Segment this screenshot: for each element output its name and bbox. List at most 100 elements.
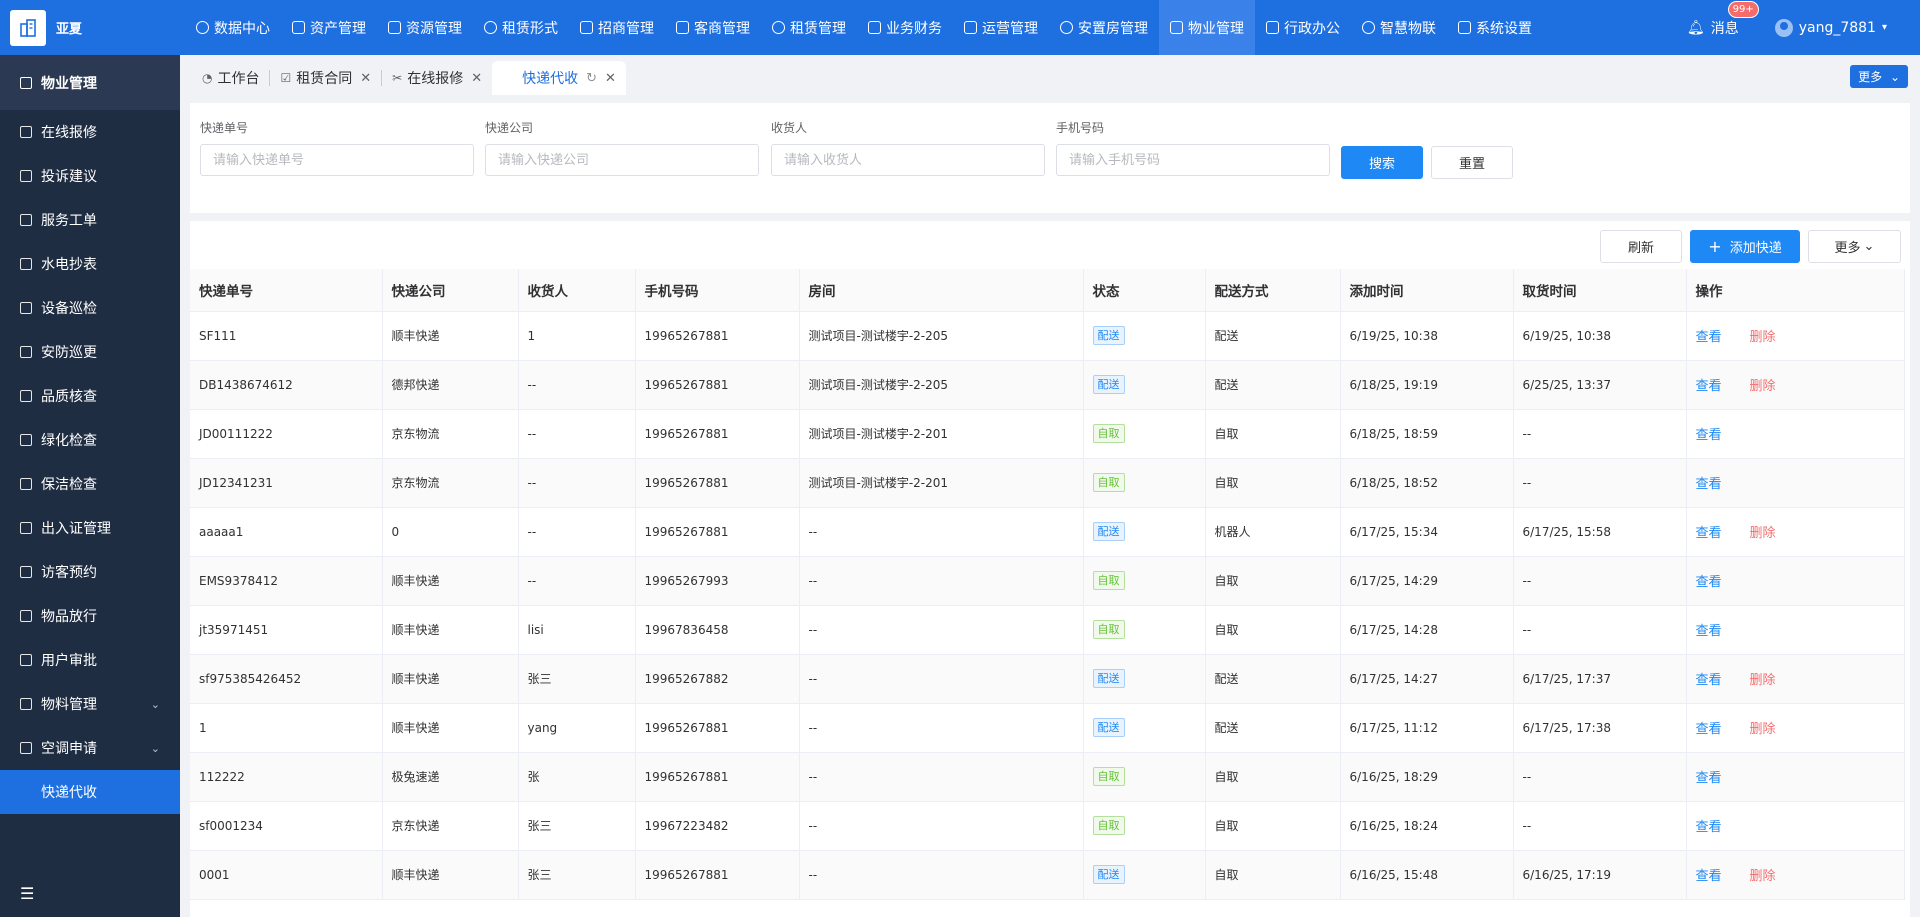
collapse-sidebar-icon[interactable]: ☰ [20, 884, 34, 903]
nav-item-6[interactable]: 租赁管理 [761, 0, 857, 55]
cell-status: 配送 [1083, 850, 1206, 900]
receiver-input[interactable] [771, 144, 1045, 176]
tabs-more-button[interactable]: 更多 ⌄ [1850, 65, 1908, 88]
refresh-icon[interactable]: ↻ [586, 71, 597, 86]
cell-phone: 19965267882 [635, 654, 800, 704]
tab-online-repair[interactable]: ✂ 在线报修 ✕ [382, 61, 492, 95]
nav-item-7[interactable]: 业务财务 [857, 0, 953, 55]
sidebar-item-11[interactable]: 物品放行 [0, 594, 180, 638]
cell-status: 配送 [1083, 703, 1206, 753]
delete-link[interactable]: 删除 [1750, 330, 1776, 345]
messages-button[interactable]: 🔔︎ 消息 99+ [1687, 0, 1759, 38]
cell-room: 测试项目-测试楼宇-2-201 [799, 458, 1084, 508]
nav-item-4[interactable]: 招商管理 [569, 0, 665, 55]
sidebar-item-7[interactable]: 绿化检查 [0, 418, 180, 462]
view-link[interactable]: 查看 [1696, 575, 1722, 590]
nav-item-0[interactable]: 数据中心 [185, 0, 281, 55]
sidebar-item-13[interactable]: 物料管理 ⌄ [0, 682, 180, 726]
cell-status: 配送 [1083, 654, 1206, 704]
cell-no: JD00111222 [190, 409, 383, 459]
nav-item-11[interactable]: 行政办公 [1255, 0, 1351, 55]
sidebar-item-14[interactable]: 空调申请 ⌄ [0, 726, 180, 770]
sidebar-item-4[interactable]: 设备巡检 [0, 286, 180, 330]
view-link[interactable]: 查看 [1696, 771, 1722, 786]
sidebar-item-12[interactable]: 用户审批 [0, 638, 180, 682]
nav-item-12[interactable]: 智慧物联 [1351, 0, 1447, 55]
status-badge: 自取 [1092, 424, 1125, 443]
tab-workbench[interactable]: ◔ 工作台 [192, 61, 269, 95]
cell-phone: 19967223482 [635, 801, 800, 851]
table-row: sf975385426452 顺丰快递 张三 19965267882 -- 配送 配送 6/1… [190, 654, 1905, 704]
phone-input[interactable] [1056, 144, 1330, 176]
delete-link[interactable]: 删除 [1750, 722, 1776, 737]
reset-button[interactable]: 重置 [1431, 146, 1513, 179]
app-logo[interactable]: 亚夏 [0, 0, 180, 55]
sidebar-item-1[interactable]: 投诉建议 [0, 154, 180, 198]
refresh-button[interactable]: 刷新 [1600, 230, 1682, 263]
table-more-button[interactable]: 更多 ⌄ [1808, 230, 1901, 263]
grid-icon [484, 21, 497, 34]
search-button[interactable]: 搜索 [1341, 146, 1423, 179]
sidebar-item-express[interactable]: 快递代收 [0, 770, 180, 814]
column-header: 快递单号 [190, 269, 383, 312]
close-icon[interactable]: ✕ [605, 71, 616, 86]
table-header-row: 快递单号 快递公司 收货人 手机号码 房间 状态 配送方式 添加时间 取货时间 操作 [190, 269, 1905, 312]
table-row: 1 顺丰快递 yang 19965267881 -- 配送 配送 6/17/25, 11:12… [190, 703, 1905, 753]
cell-delivery: 自取 [1205, 409, 1341, 459]
nav-item-3[interactable]: 租赁形式 [473, 0, 569, 55]
status-badge: 配送 [1092, 718, 1125, 737]
tab-lease-contract[interactable]: ☑ 租赁合同 ✕ [270, 61, 381, 95]
view-link[interactable]: 查看 [1696, 379, 1722, 394]
nav-item-13[interactable]: 系统设置 [1447, 0, 1543, 55]
view-link[interactable]: 查看 [1696, 673, 1722, 688]
cell-added: 6/18/25, 19:19 [1340, 360, 1514, 410]
cell-no: 0001 [190, 850, 383, 900]
sidebar-item-8[interactable]: 保洁检查 [0, 462, 180, 506]
menu-item-icon [20, 390, 32, 402]
delete-link[interactable]: 删除 [1750, 869, 1776, 884]
view-link[interactable]: 查看 [1696, 869, 1722, 884]
sidebar-item-2[interactable]: 服务工单 [0, 198, 180, 242]
courier-company-input[interactable] [485, 144, 759, 176]
menu-item-icon [20, 654, 32, 666]
tab-express-collection[interactable]: 快递代收 ↻ ✕ [492, 61, 626, 95]
view-link[interactable]: 查看 [1696, 330, 1722, 345]
delete-link[interactable]: 删除 [1750, 673, 1776, 688]
cell-room: -- [799, 850, 1084, 900]
search-button-label: 搜索 [1368, 157, 1395, 172]
view-link[interactable]: 查看 [1696, 526, 1722, 541]
sidebar-item-3[interactable]: 水电抄表 [0, 242, 180, 286]
cell-company: 京东快递 [382, 801, 519, 851]
view-link[interactable]: 查看 [1696, 624, 1722, 639]
sidebar-item-9[interactable]: 出入证管理 [0, 506, 180, 550]
sidebar-item-0[interactable]: 在线报修 [0, 110, 180, 154]
delete-link[interactable]: 删除 [1750, 379, 1776, 394]
view-link[interactable]: 查看 [1696, 477, 1722, 492]
sidebar-item-6[interactable]: 品质核查 [0, 374, 180, 418]
cell-room: -- [799, 654, 1084, 704]
add-express-button[interactable]: + 添加快递 [1690, 230, 1800, 263]
cell-receiver: -- [518, 458, 636, 508]
view-link[interactable]: 查看 [1696, 428, 1722, 443]
user-menu[interactable]: yang_7881 ▾ [1774, 18, 1887, 37]
cell-added: 6/18/25, 18:52 [1340, 458, 1514, 508]
close-icon[interactable]: ✕ [471, 71, 482, 86]
nav-item-9[interactable]: 安置房管理 [1049, 0, 1159, 55]
cell-no: EMS9378412 [190, 556, 383, 606]
tracking-number-input[interactable] [200, 144, 474, 176]
nav-item-2[interactable]: 资源管理 [377, 0, 473, 55]
sidebar-item-5[interactable]: 安防巡更 [0, 330, 180, 374]
nav-item-1[interactable]: 资产管理 [281, 0, 377, 55]
cell-added: 6/17/25, 14:28 [1340, 605, 1514, 655]
cell-no: sf975385426452 [190, 654, 383, 704]
nav-item-8[interactable]: 运营管理 [953, 0, 1049, 55]
delete-link[interactable]: 删除 [1750, 526, 1776, 541]
view-link[interactable]: 查看 [1696, 722, 1722, 737]
close-icon[interactable]: ✕ [360, 71, 371, 86]
sidebar-item-10[interactable]: 访客预约 [0, 550, 180, 594]
nav-item-5[interactable]: 客商管理 [665, 0, 761, 55]
cell-picked: -- [1513, 801, 1687, 851]
nav-item-10[interactable]: 物业管理 [1159, 0, 1255, 55]
edit-document-icon: ☑ [280, 71, 292, 85]
view-link[interactable]: 查看 [1696, 820, 1722, 835]
